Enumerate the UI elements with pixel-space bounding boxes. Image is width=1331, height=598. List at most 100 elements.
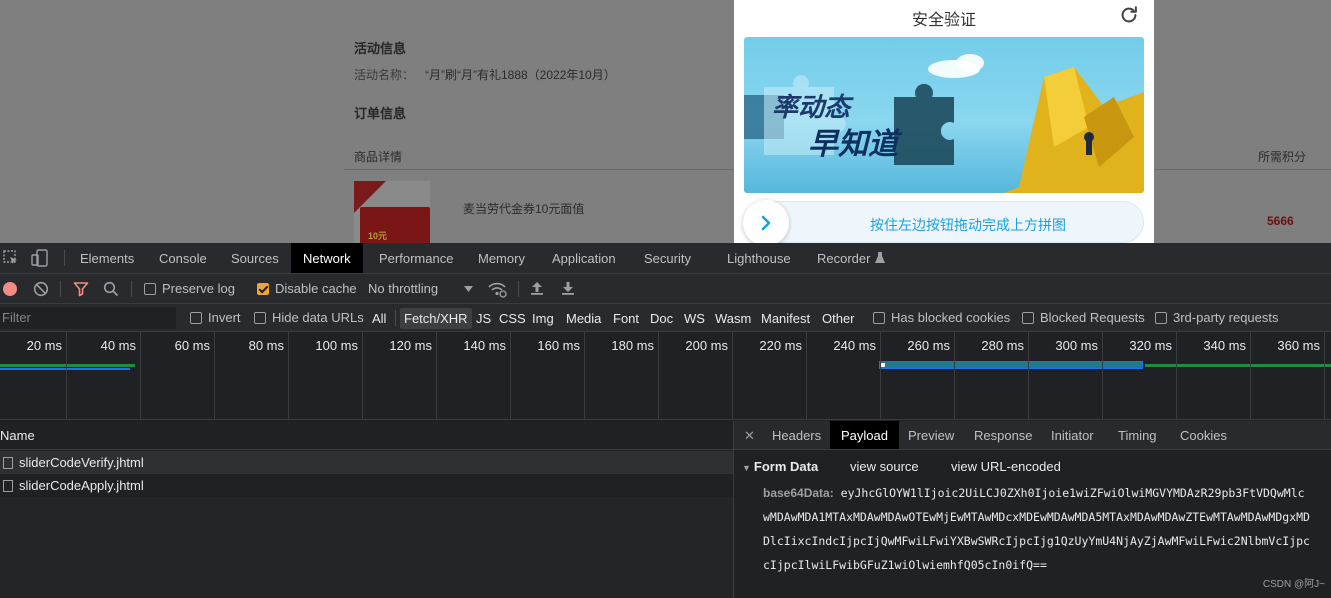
coupon-card-image: 10元 McDonald's — [360, 207, 430, 243]
screen: 活动信息 活动名称： “月”刷“月”有礼1888（2022年10月） 订单信息 … — [0, 0, 1331, 598]
type-doc[interactable]: Doc — [650, 308, 673, 329]
toolbar-separator — [131, 281, 132, 297]
throttling-select[interactable]: No throttling — [368, 281, 438, 296]
activity-name-label: 活动名称： — [354, 68, 415, 82]
product-name[interactable]: 麦当劳代金券10元面值 — [463, 200, 584, 217]
tab-timing[interactable]: Timing — [1118, 421, 1157, 449]
import-har-icon[interactable] — [530, 280, 544, 296]
type-fetch-xhr[interactable]: Fetch/XHR — [400, 308, 472, 329]
request-row[interactable]: sliderCodeApply.jhtml — [0, 474, 733, 497]
type-other[interactable]: Other — [822, 308, 855, 329]
network-toolbar: Preserve log Disable cache No throttling — [0, 274, 1331, 304]
checkbox-box[interactable] — [190, 312, 202, 324]
tab-separator — [64, 250, 65, 266]
slider-track[interactable]: 按住左边按钮拖动完成上方拼图 — [743, 200, 1144, 243]
activity-section-title: 活动信息 — [354, 41, 407, 56]
tab-memory[interactable]: Memory — [478, 243, 525, 273]
preserve-log-checkbox[interactable]: Preserve log — [144, 281, 235, 296]
checkbox-box[interactable] — [873, 312, 885, 324]
preserve-log-label: Preserve log — [162, 281, 235, 296]
tab-preview[interactable]: Preview — [908, 421, 954, 449]
product-thumbnail[interactable]: 10元 McDonald's — [354, 181, 430, 243]
export-har-icon[interactable] — [561, 280, 575, 296]
clear-icon[interactable] — [33, 281, 49, 297]
hide-data-urls-label: Hide data URLs — [272, 310, 364, 325]
captcha-title: 安全验证 — [911, 12, 976, 29]
request-details-panel: ✕ Headers Payload Preview Response Initi… — [734, 421, 1331, 598]
order-section-title: 订单信息 — [354, 106, 407, 121]
requests-empty-area — [0, 497, 733, 598]
payload-value-line: eyJhcGlOYW1lIjoic2UiLCJ0ZXh0Ijoie1wiZFwi… — [840, 486, 1305, 500]
tab-network[interactable]: Network — [291, 243, 363, 273]
watermark: CSDN @阿J~ — [1262, 579, 1325, 590]
invert-checkbox[interactable]: Invert — [190, 310, 241, 325]
checkbox-box[interactable] — [1022, 312, 1034, 324]
details-tab-bar: ✕ Headers Payload Preview Response Initi… — [734, 421, 1331, 450]
request-name: sliderCodeApply.jhtml — [19, 478, 144, 493]
has-blocked-cookies-label: Has blocked cookies — [891, 310, 1011, 325]
tab-application[interactable]: Application — [552, 243, 616, 273]
product-points: 5666 — [1267, 214, 1294, 228]
tab-performance[interactable]: Performance — [379, 243, 453, 273]
tab-security[interactable]: Security — [644, 243, 691, 273]
form-data-header[interactable]: ▼ Form Data — [742, 459, 818, 474]
file-icon — [3, 480, 13, 492]
filter-icon[interactable] — [73, 281, 89, 297]
type-js[interactable]: JS — [476, 308, 491, 329]
tab-headers[interactable]: Headers — [772, 421, 821, 449]
payload-line-1[interactable]: base64Data: eyJhcGlOYW1lIjoic2UiLCJ0ZXh0… — [763, 486, 1305, 500]
view-source-link[interactable]: view source — [850, 459, 919, 474]
security-captcha-modal: 安全验证 率动态 早知道 按住左边按钮拖动完成上方拼图 — [734, 0, 1154, 243]
tab-payload[interactable]: Payload — [830, 421, 899, 449]
throttling-value: No throttling — [368, 281, 439, 296]
disable-cache-checkbox[interactable]: Disable cache — [257, 281, 357, 296]
blocked-requests-checkbox[interactable]: Blocked Requests — [1022, 310, 1145, 325]
checkbox-box-checked[interactable] — [257, 283, 269, 295]
type-css[interactable]: CSS — [499, 308, 526, 329]
request-row[interactable]: sliderCodeVerify.jhtml — [0, 451, 733, 474]
tab-cookies[interactable]: Cookies — [1180, 421, 1227, 449]
tab-console[interactable]: Console — [159, 243, 207, 273]
type-all[interactable]: All — [372, 308, 386, 329]
name-column-header[interactable]: Name — [0, 421, 733, 450]
search-icon[interactable] — [103, 281, 119, 297]
view-url-encoded-link[interactable]: view URL-encoded — [951, 459, 1061, 474]
requests-list: Name sliderCodeVerify.jhtml sliderCodeAp… — [0, 421, 733, 598]
type-wasm[interactable]: Wasm — [715, 308, 751, 329]
checkbox-box[interactable] — [144, 283, 156, 295]
filter-input[interactable]: Filter — [0, 307, 176, 329]
file-icon — [3, 457, 13, 469]
chevron-right-icon — [761, 215, 771, 231]
tab-initiator[interactable]: Initiator — [1051, 421, 1094, 449]
triangle-down-icon: ▼ — [742, 463, 751, 473]
invert-label: Invert — [208, 310, 241, 325]
record-icon[interactable] — [3, 282, 17, 296]
network-overview-timeline[interactable]: 20 ms 40 ms 60 ms 80 ms 100 ms 120 ms 140 ms 16… — [0, 332, 1331, 420]
dropdown-arrow-icon[interactable] — [464, 286, 473, 292]
hide-data-urls-checkbox[interactable]: Hide data URLs — [254, 310, 364, 325]
slider-handle[interactable] — [743, 200, 789, 243]
has-blocked-cookies-checkbox[interactable]: Has blocked cookies — [873, 310, 1010, 325]
checkbox-box[interactable] — [254, 312, 266, 324]
tab-recorder[interactable]: Recorder — [817, 243, 870, 273]
payload-value-line: DlcIixcIndcIjpcIjQwMFwiLFwiYXBwSWRcIjpcI… — [763, 534, 1310, 548]
network-filter-bar: Filter Invert Hide data URLs All Fetch/X… — [0, 304, 1331, 332]
request-name: sliderCodeVerify.jhtml — [19, 455, 144, 470]
type-media[interactable]: Media — [566, 308, 601, 329]
close-icon[interactable]: ✕ — [744, 421, 755, 449]
device-toolbar-icon[interactable] — [31, 249, 49, 267]
tab-response[interactable]: Response — [974, 421, 1033, 449]
toolbar-separator — [60, 281, 61, 297]
type-manifest[interactable]: Manifest — [761, 308, 810, 329]
type-ws[interactable]: WS — [684, 308, 705, 329]
type-img[interactable]: Img — [532, 308, 554, 329]
checkbox-box[interactable] — [1155, 312, 1167, 324]
third-party-checkbox[interactable]: 3rd-party requests — [1155, 310, 1279, 325]
tab-lighthouse[interactable]: Lighthouse — [727, 243, 791, 273]
network-conditions-icon[interactable] — [487, 280, 507, 298]
inspect-element-icon[interactable] — [3, 250, 19, 266]
tab-elements[interactable]: Elements — [80, 243, 134, 273]
refresh-icon[interactable] — [1118, 4, 1140, 26]
type-font[interactable]: Font — [613, 308, 639, 329]
tab-sources[interactable]: Sources — [231, 243, 279, 273]
